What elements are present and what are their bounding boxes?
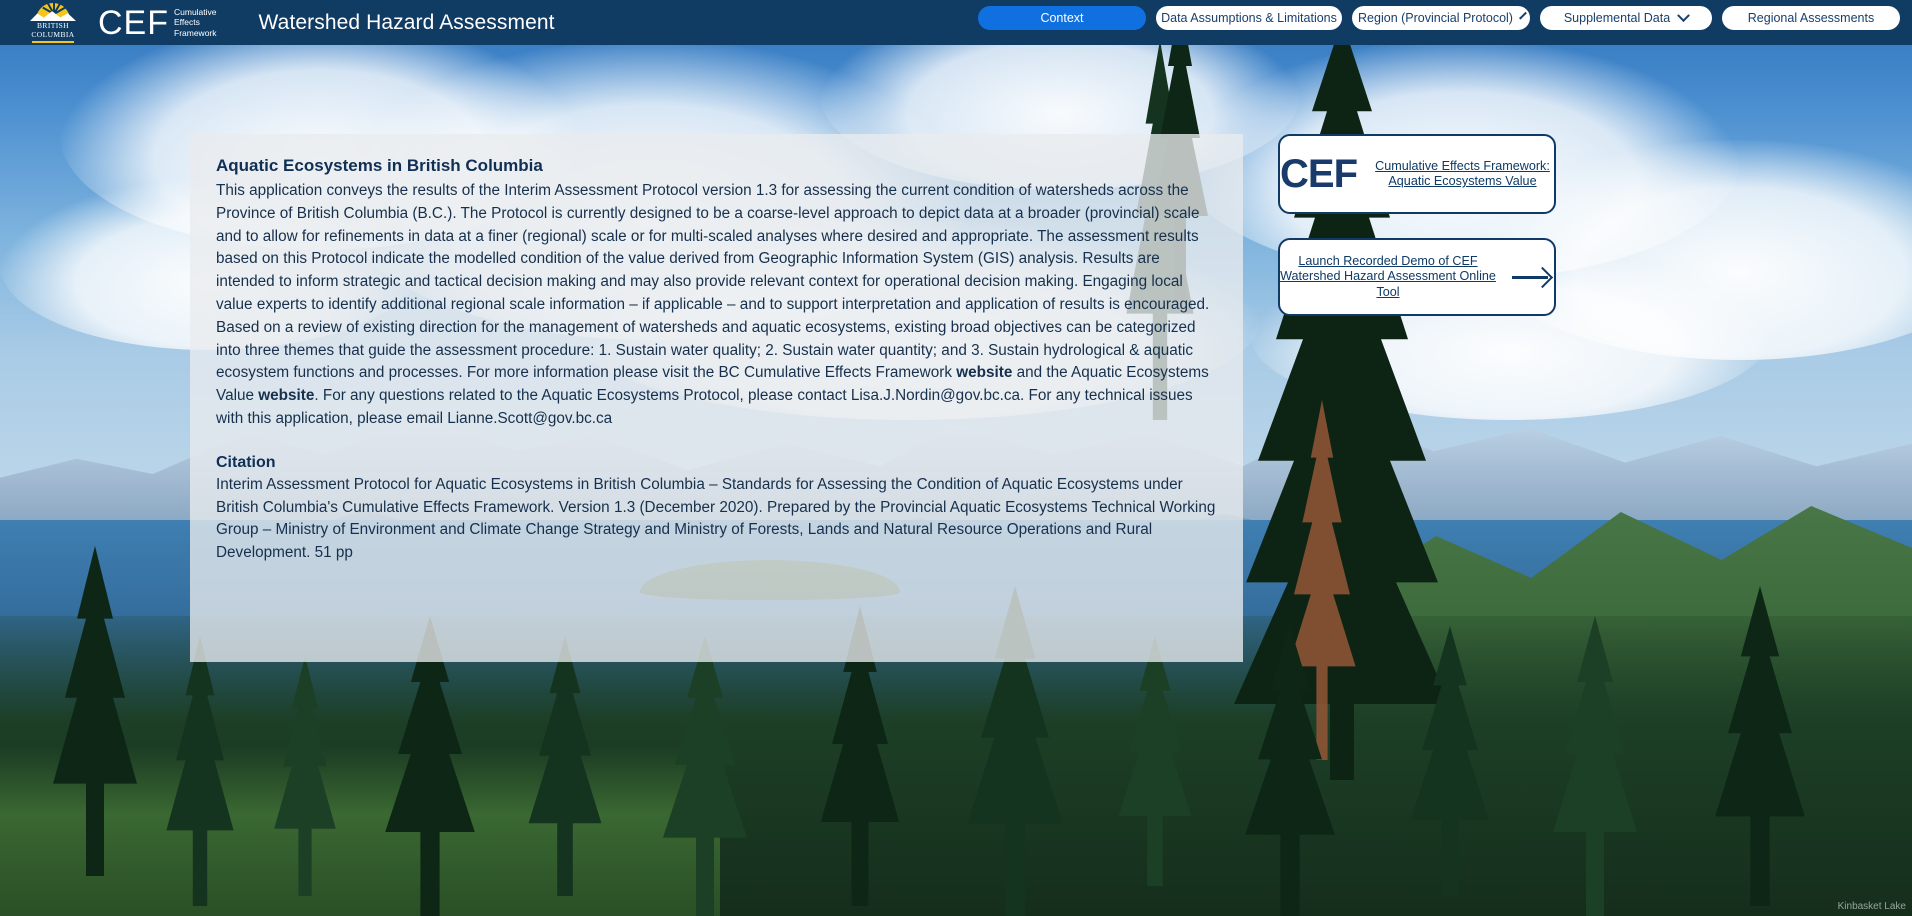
primary-navigation: Context Data Assumptions & Limitations R… <box>978 6 1900 30</box>
nav-tab-supplemental-data-label: Supplemental Data <box>1563 11 1671 25</box>
bc-crest-icon <box>30 0 76 21</box>
launch-demo-card[interactable]: Launch Recorded Demo of CEF Watershed Ha… <box>1278 238 1556 316</box>
cef-logo: CEF Cumulative Effects Framework <box>98 6 217 40</box>
panel-heading: Aquatic Ecosystems in British Columbia <box>216 156 543 175</box>
cef-value-card[interactable]: CEF Cumulative Effects Framework: Aquati… <box>1278 134 1556 214</box>
cef-word-1: Cumulative <box>174 6 217 17</box>
nav-tab-context[interactable]: Context <box>978 6 1146 30</box>
top-header-bar: BRITISH COLUMBIA CEF Cumulative Effects … <box>0 0 1912 45</box>
bc-logo-line-2: COLUMBIA <box>31 29 75 39</box>
panel-body-paragraph: This application conveys the results of … <box>216 180 1217 431</box>
page-title: Watershed Hazard Assessment <box>258 10 555 34</box>
chevron-down-icon <box>1519 11 1527 20</box>
cef-card-acronym: CEF <box>1280 152 1358 196</box>
bc-government-logo[interactable]: BRITISH COLUMBIA <box>18 0 88 43</box>
chevron-down-icon <box>1677 8 1691 22</box>
cef-word-3: Framework <box>174 27 217 38</box>
bc-logo-underline <box>32 40 74 43</box>
arrow-right-icon <box>1512 266 1554 288</box>
cef-card-link[interactable]: Cumulative Effects Framework: Aquatic Ec… <box>1371 159 1554 190</box>
citation-body: Interim Assessment Protocol for Aquatic … <box>216 475 1216 562</box>
cef-acronym: CEF <box>98 3 169 42</box>
citation-heading: Citation <box>216 453 276 471</box>
photo-credit: Kinbasket Lake <box>1837 901 1906 912</box>
nav-tab-regional-assessments-label: Regional Assessments <box>1747 11 1875 25</box>
nav-tab-context-label: Context <box>1040 11 1084 25</box>
context-panel: Aquatic Ecosystems in British Columbia T… <box>190 134 1243 662</box>
aquatic-value-website-link[interactable]: website <box>258 387 314 404</box>
panel-body-part-3: . For any questions related to the Aquat… <box>216 387 1193 427</box>
nav-tab-regional-assessments[interactable]: Regional Assessments <box>1722 6 1900 30</box>
cef-words: Cumulative Effects Framework <box>169 7 217 39</box>
app-root: BRITISH COLUMBIA CEF Cumulative Effects … <box>0 0 1912 916</box>
cef-word-2: Effects <box>174 17 200 28</box>
panel-body-part-1: This application conveys the results of … <box>216 182 1210 382</box>
nav-tab-data-assumptions-label: Data Assumptions & Limitations <box>1161 11 1337 25</box>
nav-tab-region[interactable]: Region (Provincial Protocol) <box>1352 6 1530 30</box>
nav-tab-supplemental-data[interactable]: Supplemental Data <box>1540 6 1712 30</box>
launch-demo-link[interactable]: Launch Recorded Demo of CEF Watershed Ha… <box>1280 254 1496 301</box>
nav-tab-data-assumptions[interactable]: Data Assumptions & Limitations <box>1156 6 1342 30</box>
nav-tab-region-label: Region (Provincial Protocol) <box>1358 11 1513 25</box>
bc-logo-line-1: BRITISH <box>37 20 69 30</box>
cef-website-link[interactable]: website <box>956 364 1012 381</box>
